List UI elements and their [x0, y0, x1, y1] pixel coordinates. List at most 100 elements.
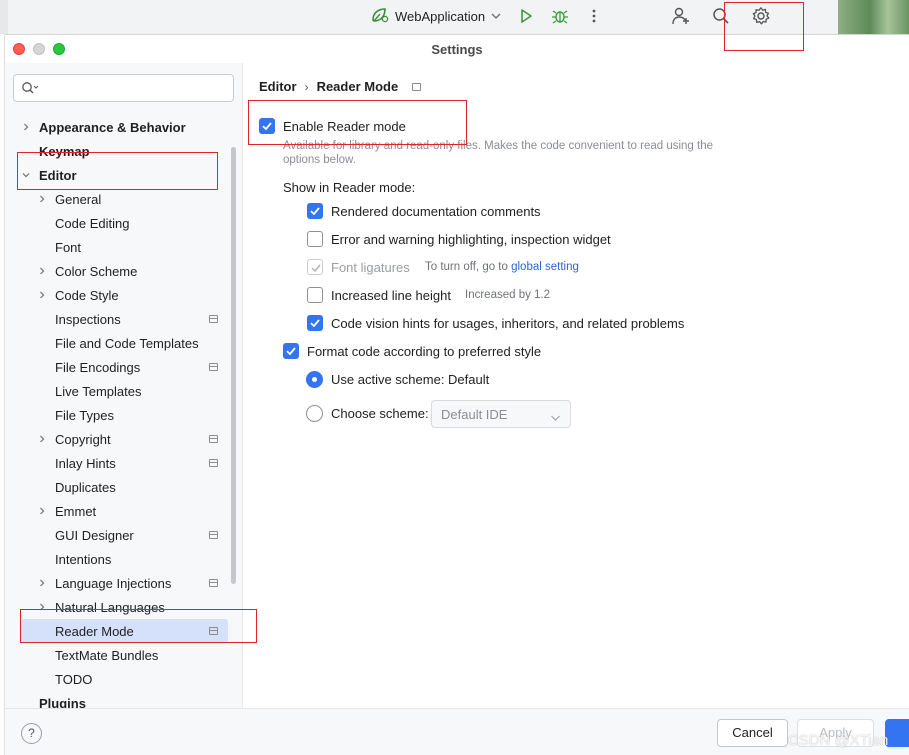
- background-image-edge: [838, 0, 909, 34]
- sidebar-item-reader-mode[interactable]: Reader Mode: [5, 619, 242, 643]
- dialog-footer: ? Cancel Apply: [5, 708, 909, 755]
- chevron-right-icon[interactable]: [21, 122, 31, 132]
- use-active-scheme-radio[interactable]: [306, 371, 323, 388]
- sidebar-item-label: File Types: [55, 407, 115, 423]
- chevron-right-icon[interactable]: [37, 290, 47, 300]
- font-ligatures-checkbox: [307, 259, 323, 275]
- chevron-down-icon: [550, 410, 561, 425]
- chevron-right-icon[interactable]: [37, 434, 47, 444]
- sidebar-item-live-templates[interactable]: Live Templates: [5, 379, 242, 403]
- sidebar-item-label: Emmet: [55, 503, 97, 519]
- sidebar-item-inspections[interactable]: Inspections: [5, 307, 242, 331]
- watermark: CSDN @XTian__: [787, 732, 905, 749]
- sidebar-item-label: Code Editing: [55, 215, 130, 231]
- error-highlighting-checkbox[interactable]: [307, 231, 323, 247]
- sidebar-item-label: TODO: [55, 671, 93, 687]
- sidebar-item-inlay-hints[interactable]: Inlay Hints: [5, 451, 242, 475]
- global-setting-link[interactable]: global setting: [511, 261, 579, 273]
- show-in-reader-mode-label: Show in Reader mode:: [283, 180, 416, 195]
- sidebar-item-font[interactable]: Font: [5, 235, 242, 259]
- use-active-scheme-label[interactable]: Use active scheme: Default: [331, 372, 489, 387]
- sidebar-item-label: Language Injections: [55, 575, 172, 591]
- sidebar-item-natural-languages[interactable]: Natural Languages: [5, 595, 242, 619]
- chevron-right-icon[interactable]: [37, 506, 47, 516]
- increased-line-height-label[interactable]: Increased line height: [331, 288, 451, 303]
- sidebar-item-editor[interactable]: Editor: [5, 163, 242, 187]
- search-icon[interactable]: [710, 5, 732, 27]
- sidebar-item-file-and-code-templates[interactable]: File and Code Templates: [5, 331, 242, 355]
- scheme-dropdown[interactable]: Default IDE: [431, 400, 571, 428]
- sidebar-item-code-style[interactable]: Code Style: [5, 283, 242, 307]
- sidebar-item-general[interactable]: General: [5, 187, 242, 211]
- sidebar-item-appearance-behavior[interactable]: Appearance & Behavior: [5, 115, 242, 139]
- rendered-docs-label[interactable]: Rendered documentation comments: [331, 204, 541, 219]
- choose-scheme-label[interactable]: Choose scheme:: [331, 406, 429, 421]
- gear-icon[interactable]: [750, 5, 772, 27]
- sidebar-item-label: Inlay Hints: [55, 455, 116, 471]
- sidebar-item-label: Editor: [39, 167, 77, 183]
- sidebar-item-label: Font: [55, 239, 82, 255]
- cancel-button[interactable]: Cancel: [717, 719, 788, 747]
- run-config-label: WebApplication: [395, 8, 486, 24]
- project-scope-icon: [412, 82, 422, 91]
- editor-edge: [0, 0, 8, 34]
- sidebar-item-textmate-bundles[interactable]: TextMate Bundles: [5, 643, 242, 667]
- sidebar-item-code-editing[interactable]: Code Editing: [5, 211, 242, 235]
- sidebar-item-plugins[interactable]: Plugins: [5, 691, 242, 709]
- sidebar-item-color-scheme[interactable]: Color Scheme: [5, 259, 242, 283]
- project-scope-icon: [209, 627, 218, 635]
- project-scope-icon: [209, 435, 218, 443]
- search-input[interactable]: [13, 74, 234, 102]
- font-ligatures-hint-text: To turn off, go to: [425, 261, 512, 273]
- format-code-label[interactable]: Format code according to preferred style: [307, 344, 541, 359]
- sidebar-item-label: Appearance & Behavior: [39, 119, 186, 135]
- chevron-right-icon[interactable]: [37, 578, 47, 588]
- run-icon[interactable]: [515, 5, 537, 27]
- code-vision-checkbox[interactable]: [307, 315, 323, 331]
- rendered-docs-checkbox[interactable]: [307, 203, 323, 219]
- sidebar-item-file-types[interactable]: File Types: [5, 403, 242, 427]
- sidebar-item-file-encodings[interactable]: File Encodings: [5, 355, 242, 379]
- dialog-title: Settings: [431, 42, 483, 57]
- choose-scheme-radio[interactable]: [306, 405, 323, 422]
- font-ligatures-label: Font ligatures: [331, 260, 410, 275]
- chevron-down-icon: [490, 9, 502, 24]
- enable-reader-mode-label[interactable]: Enable Reader mode: [283, 119, 406, 134]
- enable-reader-mode-checkbox[interactable]: [259, 118, 275, 134]
- chevron-right-icon[interactable]: [37, 194, 47, 204]
- breadcrumb-editor[interactable]: Editor: [259, 79, 297, 94]
- sidebar-item-todo[interactable]: TODO: [5, 667, 242, 691]
- dialog-titlebar: Settings: [5, 35, 909, 63]
- sidebar-item-gui-designer[interactable]: GUI Designer: [5, 523, 242, 547]
- enable-hint-line-2: options below.: [283, 154, 356, 166]
- chevron-right-icon[interactable]: [37, 266, 47, 276]
- sidebar-scrollbar[interactable]: [231, 147, 236, 584]
- increased-line-height-checkbox[interactable]: [307, 287, 323, 303]
- help-button[interactable]: ?: [21, 723, 42, 744]
- sidebar-item-label: Inspections: [55, 311, 121, 327]
- sidebar-item-duplicates[interactable]: Duplicates: [5, 475, 242, 499]
- run-config-selector[interactable]: WebApplication: [370, 6, 502, 26]
- enable-hint-line-1: Available for library and read-only file…: [283, 140, 714, 152]
- sidebar-item-intentions[interactable]: Intentions: [5, 547, 242, 571]
- search-icon: [21, 81, 39, 98]
- debug-icon[interactable]: [549, 5, 571, 27]
- sidebar-item-label: File and Code Templates: [55, 335, 199, 351]
- breadcrumb-separator: ›: [304, 79, 309, 94]
- sidebar-item-label: Copyright: [55, 431, 111, 447]
- sidebar-item-language-injections[interactable]: Language Injections: [5, 571, 242, 595]
- more-actions-icon[interactable]: [583, 5, 605, 27]
- sidebar-item-copyright[interactable]: Copyright: [5, 427, 242, 451]
- sidebar-item-label: Natural Languages: [55, 599, 165, 615]
- add-user-icon[interactable]: [670, 5, 692, 27]
- sidebar-item-emmet[interactable]: Emmet: [5, 499, 242, 523]
- error-highlighting-label[interactable]: Error and warning highlighting, inspecti…: [331, 232, 611, 247]
- sidebar-item-label: Live Templates: [55, 383, 142, 399]
- chevron-right-icon[interactable]: [37, 602, 47, 612]
- format-code-checkbox[interactable]: [283, 343, 299, 359]
- sidebar-item-keymap[interactable]: Keymap: [5, 139, 242, 163]
- settings-sidebar: Appearance & Behavior Keymap Editor General…: [5, 63, 243, 708]
- code-vision-label[interactable]: Code vision hints for usages, inheritors…: [331, 316, 684, 331]
- chevron-down-icon[interactable]: [21, 170, 31, 180]
- settings-dialog: Settings Appearance & Behavior Keymap Edit…: [5, 34, 909, 755]
